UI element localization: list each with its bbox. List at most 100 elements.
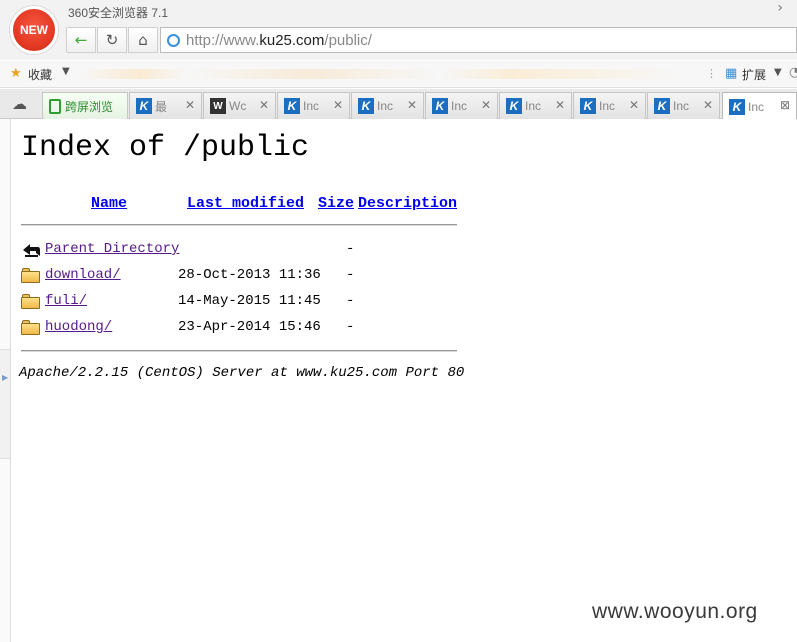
tab-label: Inc [673,99,690,113]
entry-link[interactable]: download/ [45,267,121,283]
column-size-link[interactable]: Size [318,195,354,212]
url-text[interactable]: http://www.ku25.com/public/ [186,32,372,49]
extensions-grid-icon[interactable]: ▦ [725,66,737,81]
entry-size: - [346,241,355,257]
tab-active[interactable]: K Inc ⊠ [722,92,797,120]
browser-logo[interactable]: NEW [10,6,58,54]
divider [21,350,457,352]
close-icon[interactable]: ✕ [407,98,417,112]
tab[interactable]: K Inc ✕ [647,92,720,119]
page-content: Index of /public Name Last modified Size… [11,119,797,642]
page-title: Index of /public [21,131,310,165]
logo-text: NEW [20,23,48,37]
sidebar-rail: ▶ [0,119,11,642]
phone-icon [49,98,61,114]
watermark: www.wooyun.org [592,600,758,623]
close-icon[interactable]: ✕ [185,98,195,112]
url-prefix: http://www. [186,31,260,49]
separator-dots-icon: ⋮ [706,67,717,80]
chevron-down-icon[interactable]: ▼ [774,67,782,78]
favorites-button[interactable]: 收藏 [28,66,52,83]
home-button[interactable]: ⌂ [128,27,158,53]
close-icon[interactable]: ✕ [481,98,491,112]
k-favicon-icon: K [729,98,745,115]
entry-link[interactable]: huodong/ [45,319,112,335]
server-signature: Apache/2.2.15 (CentOS) Server at www.ku2… [19,365,465,381]
entry-size: - [346,293,355,309]
k-favicon-icon: K [136,98,152,114]
close-icon[interactable]: ✕ [703,98,713,112]
close-icon[interactable]: ✕ [333,98,343,112]
entry-link[interactable]: Parent Directory [45,241,179,257]
refresh-icon: ↻ [105,31,119,49]
extensions-button[interactable]: 扩展 [742,66,766,83]
page-security-icon [167,33,180,47]
tab[interactable]: W Wc ✕ [203,92,276,119]
k-favicon-icon: K [284,98,300,114]
tab-label: Inc [599,99,616,113]
k-favicon-icon: K [358,98,374,114]
back-arrow-icon: ← [74,31,88,49]
tab-label: Inc [451,99,468,113]
address-bar[interactable]: http://www.ku25.com/public/ [160,27,797,53]
column-last-modified-link[interactable]: Last modified [187,195,304,212]
tab-label: 最 [155,99,168,114]
tab-label: Inc [525,99,542,113]
tab[interactable]: K Inc ✕ [499,92,572,119]
app-title: 360安全浏览器 7.1 [68,6,169,20]
entry-modified: 14-May-2015 11:45 [178,293,321,309]
w-favicon-icon: W [210,98,226,114]
k-favicon-icon: K [580,98,596,114]
more-icon[interactable]: ◔ [789,65,797,80]
url-path: /public/ [324,31,372,49]
listing-row: download/ 28-Oct-2013 11:36 - [21,265,461,287]
tab[interactable]: K Inc ✕ [573,92,646,119]
chevron-right-icon[interactable]: › [777,0,783,16]
tab-label: Inc [377,99,394,113]
folder-icon [21,293,41,311]
tab-label: Inc [303,99,320,113]
entry-size: - [346,267,355,283]
entry-modified: 28-Oct-2013 11:36 [178,267,321,283]
back-button[interactable]: ← [66,27,96,53]
tab[interactable]: K Inc ✕ [425,92,498,119]
close-icon[interactable]: ✕ [629,98,639,112]
tab-label: Inc [748,99,765,114]
entry-size: - [346,319,355,335]
column-description-link[interactable]: Description [358,195,457,212]
tab[interactable]: K 最 ✕ [129,92,202,119]
triangle-right-icon[interactable]: ▶ [2,373,8,382]
tab[interactable]: K Inc ✕ [351,92,424,119]
close-icon[interactable]: ✕ [259,98,269,112]
bookmarks-bar: ★ 收藏 ▼ ⋮ ▦ 扩展 ▼ ◔ [0,61,797,88]
listing-row: fuli/ 14-May-2015 11:45 - [21,291,461,313]
back-arrow-icon [21,241,41,259]
close-icon[interactable]: ⊠ [780,98,790,112]
divider [21,224,457,226]
tab-label: 跨屏浏览 [65,99,114,114]
close-icon[interactable]: ✕ [555,98,565,112]
bookmarks-blurred [80,69,680,79]
listing-row: Parent Directory - [21,239,461,261]
cloud-icon[interactable]: ☁ [12,95,27,113]
folder-icon [21,319,41,337]
favorites-star-icon[interactable]: ★ [10,66,22,81]
url-host: ku25.com [259,31,325,49]
tab-cross-screen[interactable]: 跨屏浏览 [42,92,128,119]
entry-modified: 23-Apr-2014 15:46 [178,319,321,335]
entry-link[interactable]: fuli/ [45,293,87,309]
listing-row: huodong/ 23-Apr-2014 15:46 - [21,317,461,339]
address-row: ← ↻ ⌂ http://www.ku25.com/public/ [66,27,797,53]
tab[interactable]: K Inc ✕ [277,92,350,119]
home-icon: ⌂ [138,31,148,49]
chevron-down-icon[interactable]: ▼ [62,66,70,77]
column-name-link[interactable]: Name [91,195,127,212]
tab-label: Wc [229,99,247,113]
k-favicon-icon: K [506,98,522,114]
refresh-button[interactable]: ↻ [97,27,127,53]
tab-bar: ☁ 跨屏浏览 K 最 ✕ W Wc ✕ K Inc ✕ K Inc ✕ K In… [0,89,797,120]
folder-icon [21,267,41,285]
title-bar: NEW 360安全浏览器 7.1 › ← ↻ ⌂ http://www.ku25… [0,0,797,60]
sidebar-toggle[interactable] [0,349,10,459]
k-favicon-icon: K [432,98,448,114]
